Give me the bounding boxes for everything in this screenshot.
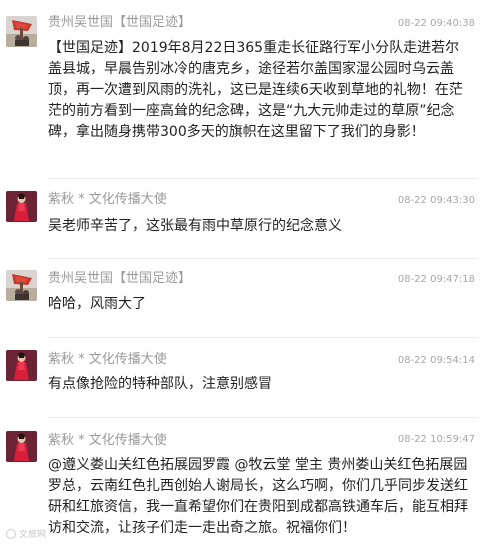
comment-time: 08-22 09:47:18 (397, 274, 475, 285)
watermark: 文旅网 (6, 527, 46, 540)
comment-text: 吴老师辛苦了，这张最有雨中草原行的纪念意义 (48, 218, 342, 234)
comment-divider (48, 417, 478, 418)
comment-time: 08-22 09:40:38 (397, 18, 475, 29)
watermark-text: 文旅网 (19, 530, 47, 540)
comment-item: 紫秋 * 文化传播大使 08-22 09:54:14 有点像抢险的特种部队，注意… (0, 345, 490, 415)
woman-red-dress-avatar-icon[interactable] (6, 431, 37, 462)
comment-item: 贵州吴世国【世国足迹】 08-22 09:40:38 【世国足迹】2019年8月… (0, 0, 490, 170)
comment-text: 【世国足迹】2019年8月22日365重走长征路行军小分队走进若尔盖县城，早晨告… (48, 40, 463, 140)
woman-red-dress-avatar-icon[interactable] (6, 191, 37, 222)
comment-time: 08-22 10:59:47 (397, 434, 475, 445)
comment-divider (48, 258, 478, 259)
comment-author[interactable]: 紫秋 * 文化传播大使 (48, 352, 167, 368)
comment-author[interactable]: 紫秋 * 文化传播大使 (48, 433, 167, 449)
red-flag-avatar-icon[interactable] (6, 16, 37, 47)
comment-time: 08-22 09:43:30 (397, 195, 475, 206)
comment-divider (48, 337, 478, 338)
comment-item: 紫秋 * 文化传播大使 08-22 10:59:47 @遵义娄山关红色拓展园罗霞… (0, 426, 490, 546)
comment-time: 08-22 09:54:14 (397, 355, 475, 366)
comment-text: 哈哈，风雨大了 (48, 296, 146, 312)
comment-author[interactable]: 紫秋 * 文化传播大使 (48, 192, 167, 208)
comment-text: @遵义娄山关红色拓展园罗霞 @牧云堂 堂主 贵州娄山关红色拓展园罗总，云南红色扎… (48, 457, 468, 536)
comment-author[interactable]: 贵州吴世国【世国足迹】 (48, 15, 191, 31)
comment-divider (48, 178, 478, 179)
woman-red-dress-avatar-icon[interactable] (6, 350, 37, 381)
comment-author[interactable]: 贵州吴世国【世国足迹】 (48, 271, 191, 287)
comment-item: 贵州吴世国【世国足迹】 08-22 09:47:18 哈哈，风雨大了 (0, 264, 490, 334)
watermark-logo-icon (6, 528, 16, 539)
comment-item: 紫秋 * 文化传播大使 08-22 09:43:30 吴老师辛苦了，这张最有雨中… (0, 186, 490, 256)
comment-text: 有点像抢险的特种部队，注意别感冒 (48, 376, 272, 392)
red-flag-avatar-icon[interactable] (6, 270, 37, 301)
